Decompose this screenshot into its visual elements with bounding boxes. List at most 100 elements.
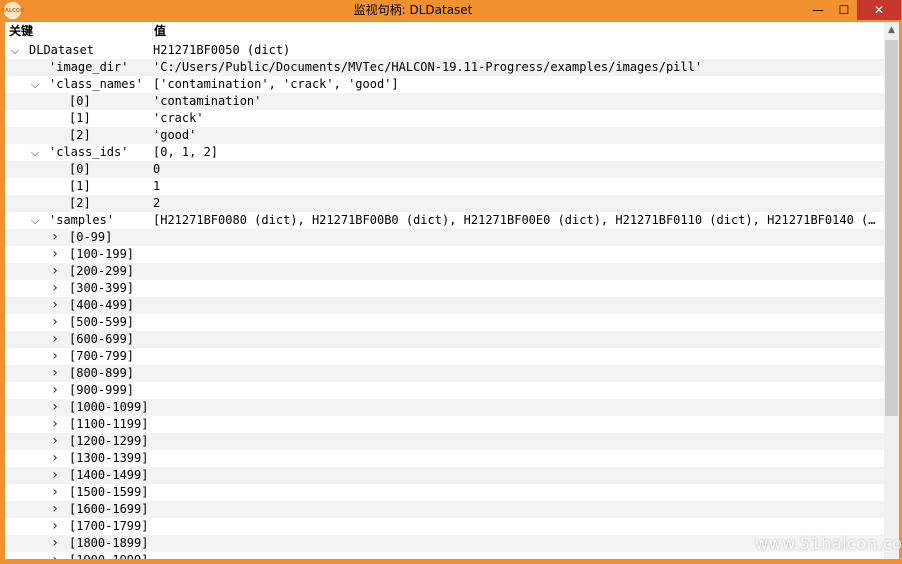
tree-row-key: [800-899] [69,366,135,380]
vertical-scrollbar[interactable]: ▲ [884,22,899,559]
tree-row[interactable]: ⌵ DLDataset H21271BF0050 (dict) [5,42,884,59]
tree-row[interactable]: › [1900-1999] [5,552,884,559]
chevron-right-icon[interactable]: › [49,348,61,365]
tree-row[interactable]: › [1400-1499] [5,467,884,484]
maximize-icon: ☐ [838,3,850,17]
tree-row[interactable]: [2] 2 [5,195,884,212]
scroll-up-icon[interactable]: ▲ [884,22,899,39]
tree-row[interactable]: ⌵ 'class_names' ['contamination', 'crack',… [5,76,884,93]
chevron-right-icon[interactable]: › [49,416,61,433]
tree-row[interactable]: ⌵ 'samples' [H21271BF0080 (dict), H21271BF… [5,212,884,229]
chevron-down-icon[interactable]: ⌵ [29,212,41,229]
tree-row-key: [2] [69,196,91,210]
tree-row-key: [1] [69,111,91,125]
tree-row[interactable]: › [1300-1399] [5,450,884,467]
column-header-key[interactable]: 关键 [9,22,147,40]
tree-row[interactable]: › [1600-1699] [5,501,884,518]
tree-row[interactable]: [0] 0 [5,161,884,178]
tree-row[interactable]: › [1200-1299] [5,433,884,450]
chevron-right-icon[interactable]: › [49,280,61,297]
tree-row[interactable]: › [700-799] [5,348,884,365]
tree-rows: ⌵ DLDataset H21271BF0050 (dict) 'image_dir'… [5,42,884,559]
tree-row-value: ['contamination', 'crack', 'good'] [153,77,399,91]
chevron-right-icon[interactable]: › [49,552,61,559]
tree-row-key: 'class_names' [49,77,143,91]
chevron-right-icon[interactable]: › [49,314,61,331]
tree-row-value: 'crack' [153,111,204,125]
tree-row-key: [1000-1099] [69,400,149,414]
tree-row[interactable]: › [0-99] [5,229,884,246]
tree-row[interactable]: › [1800-1899] [5,535,884,552]
tree-row[interactable]: › [1700-1799] [5,518,884,535]
tree-row-key: [1] [69,179,91,193]
tree-row[interactable]: › [200-299] [5,263,884,280]
chevron-down-icon[interactable]: ⌵ [29,76,41,93]
chevron-right-icon[interactable]: › [49,518,61,535]
tree-row-value: 0 [153,162,161,176]
watch-handle-window: HALCON 监视句柄: DLDataset — ☐ ✕ 关键 值 ⌵ DLDat… [0,0,902,564]
tree-row-key: [1400-1499] [69,468,149,482]
tree-row-key: [0-99] [69,230,113,244]
tree-row-key: [2] [69,128,91,142]
tree-row-value: H21271BF0050 (dict) [153,43,291,57]
chevron-right-icon[interactable]: › [49,450,61,467]
chevron-right-icon[interactable]: › [49,331,61,348]
tree-row[interactable]: › [400-499] [5,297,884,314]
tree-row-value: 2 [153,196,161,210]
tree-row[interactable]: [2] 'good' [5,127,884,144]
column-header: 关键 值 [5,22,884,40]
tree-row-value: 'good' [153,128,197,142]
tree-row[interactable]: ⌵ 'class_ids' [0, 1, 2] [5,144,884,161]
tree-row[interactable]: › [900-999] [5,382,884,399]
tree-row-key: [200-299] [69,264,135,278]
chevron-right-icon[interactable]: › [49,229,61,246]
chevron-down-icon[interactable]: ⌵ [9,42,21,59]
chevron-right-icon[interactable]: › [49,484,61,501]
column-header-value[interactable]: 值 [152,22,872,40]
chevron-right-icon[interactable]: › [49,382,61,399]
chevron-right-icon[interactable]: › [49,297,61,314]
tree-row-key: [300-399] [69,281,135,295]
tree-row-key: [100-199] [69,247,135,261]
tree-row-key: [1800-1899] [69,536,149,550]
tree-row-key: [1600-1699] [69,502,149,516]
maximize-button[interactable]: ☐ [831,0,857,20]
tree-row[interactable]: › [600-699] [5,331,884,348]
minimize-icon: — [812,3,824,17]
watermark: www.51halcon.com [755,534,902,553]
tree-row-key: [500-599] [69,315,135,329]
tree-row[interactable]: [1] 1 [5,178,884,195]
tree-row-key: [1100-1199] [69,417,149,431]
chevron-right-icon[interactable]: › [49,467,61,484]
tree-row[interactable]: › [500-599] [5,314,884,331]
tree-row[interactable]: › [1000-1099] [5,399,884,416]
tree-row[interactable]: › [300-399] [5,280,884,297]
title-bar[interactable]: HALCON 监视句柄: DLDataset — ☐ ✕ [0,0,902,21]
tree-row[interactable]: › [1500-1599] [5,484,884,501]
tree-row-key: DLDataset [29,43,95,57]
chevron-right-icon[interactable]: › [49,433,61,450]
tree-row[interactable]: [1] 'crack' [5,110,884,127]
tree-row-value: [0, 1, 2] [153,145,219,159]
tree-row[interactable]: 'image_dir' 'C:/Users/Public/Documents/MV… [5,59,884,76]
tree-row-value: 'C:/Users/Public/Documents/MVTec/HALCON-… [153,60,703,74]
chevron-down-icon[interactable]: ⌵ [29,144,41,161]
tree-view: 关键 值 ⌵ DLDataset H21271BF0050 (dict) 'image… [5,22,899,559]
tree-row[interactable]: › [800-899] [5,365,884,382]
tree-row[interactable]: › [100-199] [5,246,884,263]
tree-row-key: [400-499] [69,298,135,312]
scrollbar-thumb[interactable] [885,40,898,416]
window-title: 监视句柄: DLDataset [353,3,473,17]
chevron-right-icon[interactable]: › [49,399,61,416]
tree-row-key: [0] [69,94,91,108]
minimize-button[interactable]: — [805,0,831,20]
chevron-right-icon[interactable]: › [49,246,61,263]
close-button[interactable]: ✕ [857,0,901,20]
chevron-right-icon[interactable]: › [49,263,61,280]
tree-row[interactable]: [0] 'contamination' [5,93,884,110]
chevron-right-icon[interactable]: › [49,501,61,518]
tree-row[interactable]: › [1100-1199] [5,416,884,433]
chevron-right-icon[interactable]: › [49,365,61,382]
chevron-right-icon[interactable]: › [49,535,61,552]
tree-row-key: [900-999] [69,383,135,397]
